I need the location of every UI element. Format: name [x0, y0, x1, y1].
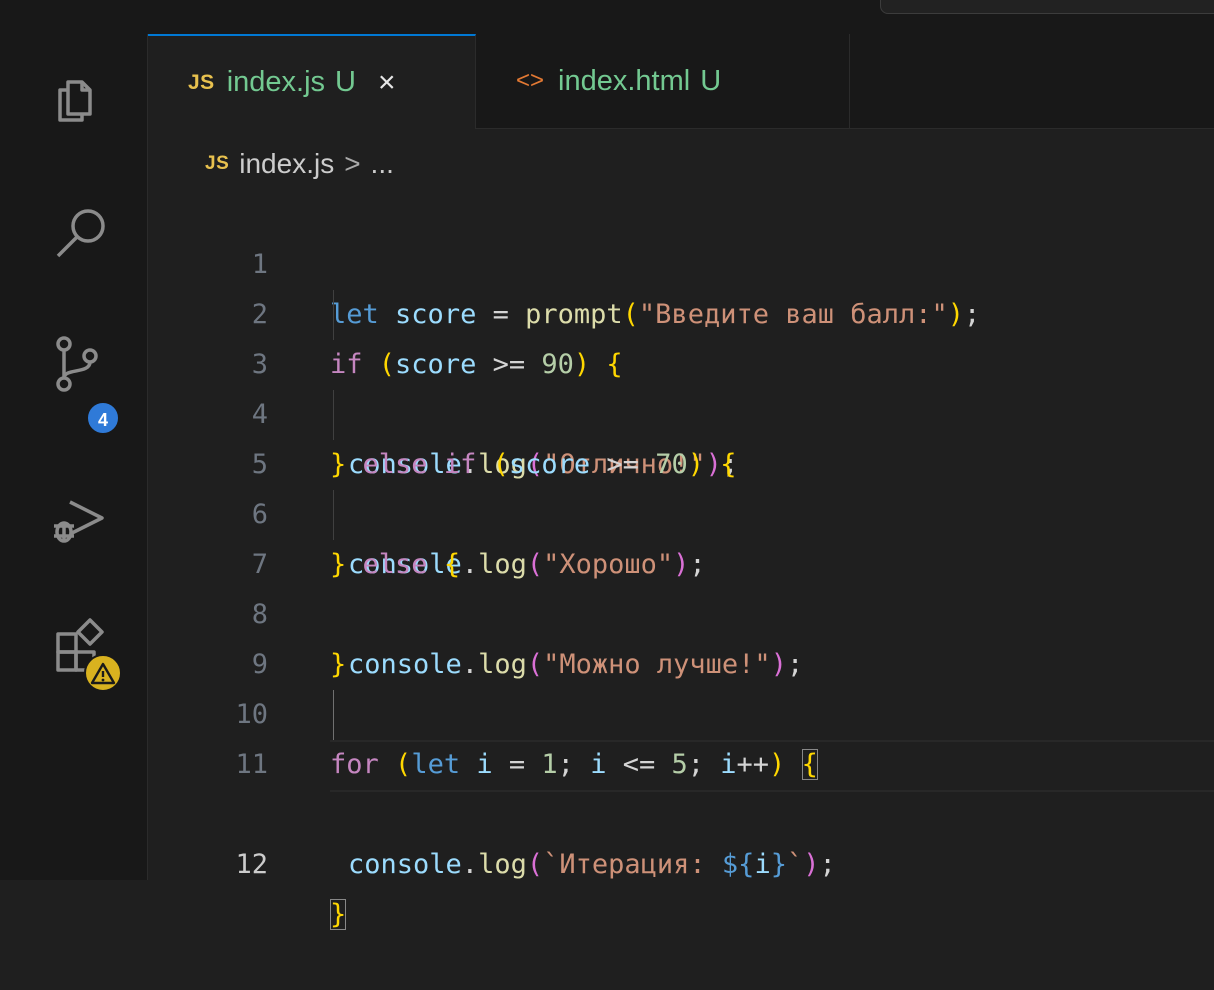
activity-bar: 4 [0, 34, 148, 880]
title-bar [0, 0, 1214, 35]
code-line: 4 } else if (score >= 70) { [148, 340, 1214, 480]
tab-index-js[interactable]: JS index.js U × [148, 34, 476, 129]
breadcrumb-file[interactable]: index.js [239, 148, 334, 180]
tab-label: index.js [226, 66, 326, 98]
run-and-debug-icon[interactable] [50, 486, 114, 550]
indent-guide [333, 490, 334, 540]
code-line: 5 console.log("Хорошо"); [148, 390, 1214, 580]
breadcrumb-symbols[interactable]: ... [371, 148, 394, 180]
tab-label: index.html [558, 64, 691, 97]
command-center[interactable] [880, 0, 1214, 14]
close-icon[interactable]: × [378, 66, 396, 100]
breadcrumb-separator: > [344, 148, 361, 179]
code-line: 3 console.log("Отлично!"); [148, 290, 1214, 480]
editor-tab-bar: JS index.js U × <> index.html U [148, 34, 1214, 129]
code-line-current: 12 } [148, 740, 1214, 930]
code-line: 11 console.log(`Итерация: ${i}`); [148, 690, 1214, 880]
code-line: 2 if (score >= 90) { [148, 240, 1214, 380]
explorer-icon[interactable] [50, 68, 114, 132]
code-line: 8 } [148, 540, 1214, 680]
indent-guide [333, 390, 334, 440]
code-line: 6 } else { [148, 440, 1214, 580]
untracked-indicator: U [335, 66, 356, 98]
html-file-icon: <> [516, 67, 545, 94]
indent-guide [333, 290, 334, 340]
source-control-icon[interactable] [50, 334, 114, 398]
bracket-match: } [330, 899, 347, 930]
javascript-file-icon: JS [205, 153, 230, 174]
code-line: 7 console.log("Можно лучше!"); [148, 490, 1214, 680]
javascript-file-icon: JS [188, 70, 215, 94]
code-line: 9 [148, 590, 1214, 680]
untracked-indicator: U [700, 64, 722, 97]
source-control-badge: 4 [86, 401, 120, 435]
breadcrumb: JS index.js > ... [205, 144, 394, 184]
code-editor[interactable]: 1 let score = prompt("Введите ваш балл:"… [148, 190, 1214, 930]
search-icon[interactable] [50, 200, 114, 264]
code-line: 10 for (let i = 1; i <= 5; i++) { [148, 640, 1214, 780]
warning-icon [84, 654, 122, 692]
line-content: console.log(`Итерация: ${i}`); [348, 849, 836, 880]
tab-index-html[interactable]: <> index.html U [476, 34, 850, 128]
code-line: 1 let score = prompt("Введите ваш балл:"… [148, 190, 1214, 330]
current-line-highlight [330, 740, 1214, 792]
line-content: } [330, 890, 347, 940]
line-number: 12 [235, 849, 268, 880]
indent-guide [333, 690, 334, 740]
